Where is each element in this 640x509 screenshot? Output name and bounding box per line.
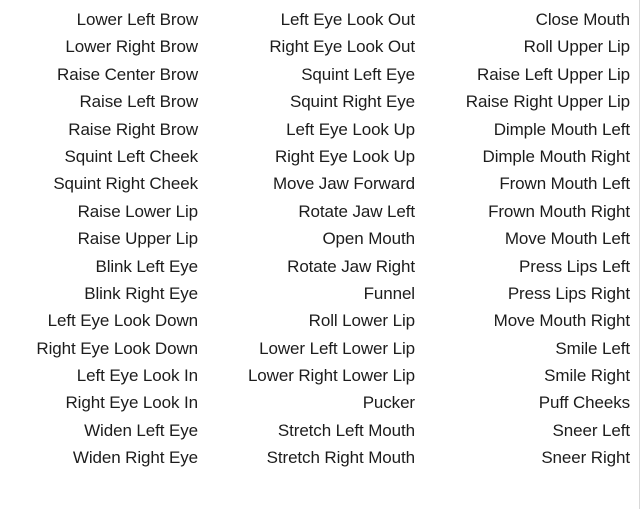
blend-shape-item[interactable]: Lower Right Lower Lip: [198, 362, 417, 389]
blend-shape-column-2: Left Eye Look Out Right Eye Look Out Squ…: [198, 6, 417, 472]
blend-shape-item[interactable]: Right Eye Look Down: [8, 335, 198, 362]
blend-shape-item[interactable]: Right Eye Look In: [8, 389, 199, 416]
blend-shape-item[interactable]: Roll Upper Lip: [417, 33, 639, 60]
blend-shape-item[interactable]: Smile Right: [417, 362, 639, 389]
blend-shape-item[interactable]: Squint Left Eye: [198, 61, 417, 88]
blend-shape-item[interactable]: Blink Left Eye: [8, 253, 198, 280]
blend-shape-item[interactable]: Left Eye Look In: [8, 362, 198, 389]
blend-shape-item[interactable]: Puff Cheeks: [417, 389, 639, 416]
blend-shape-item[interactable]: Right Eye Look Out: [198, 33, 417, 60]
blend-shape-item[interactable]: Frown Mouth Left: [417, 170, 639, 197]
blend-shape-item[interactable]: Raise Center Brow: [8, 61, 198, 88]
blend-shape-item[interactable]: Right Eye Look Up: [198, 143, 417, 170]
blend-shape-column-1: Lower Left Brow Lower Right Brow Raise C…: [0, 6, 198, 472]
blend-shape-item[interactable]: Squint Left Cheek: [8, 143, 199, 170]
blend-shape-item[interactable]: Lower Left Lower Lip: [198, 335, 417, 362]
blend-shape-item[interactable]: Frown Mouth Right: [417, 198, 639, 225]
blend-shape-item[interactable]: Raise Right Upper Lip: [417, 88, 639, 115]
blend-shape-item[interactable]: Move Jaw Forward: [198, 170, 417, 197]
blend-shape-item[interactable]: Roll Lower Lip: [198, 307, 417, 334]
blend-shape-item[interactable]: Raise Lower Lip: [8, 198, 199, 225]
blend-shape-item[interactable]: Press Lips Left: [417, 253, 639, 280]
blend-shape-item[interactable]: Raise Upper Lip: [8, 225, 199, 252]
blend-shape-item[interactable]: Lower Left Brow: [8, 6, 198, 33]
blend-shape-panel: Lower Left Brow Lower Right Brow Raise C…: [0, 0, 640, 509]
blend-shape-item[interactable]: Open Mouth: [198, 225, 417, 252]
blend-shape-item[interactable]: Smile Left: [417, 335, 639, 362]
blend-shape-item[interactable]: Blink Right Eye: [8, 280, 198, 307]
blend-shape-item[interactable]: Left Eye Look Up: [198, 116, 417, 143]
blend-shape-item[interactable]: Squint Right Eye: [198, 88, 417, 115]
blend-shape-item[interactable]: Pucker: [198, 389, 417, 416]
blend-shape-item[interactable]: Press Lips Right: [417, 280, 639, 307]
blend-shape-item[interactable]: Move Mouth Left: [417, 225, 639, 252]
blend-shape-item[interactable]: Raise Left Brow: [8, 88, 199, 115]
blend-shape-item[interactable]: Widen Left Eye: [8, 417, 198, 444]
blend-shape-item[interactable]: Raise Left Upper Lip: [417, 61, 639, 88]
blend-shape-item[interactable]: Rotate Jaw Right: [198, 253, 417, 280]
blend-shape-column-3: Close Mouth Roll Upper Lip Raise Left Up…: [417, 6, 639, 472]
blend-shape-item[interactable]: Sneer Left: [417, 417, 639, 444]
blend-shape-item[interactable]: Close Mouth: [417, 6, 639, 33]
blend-shape-item[interactable]: Dimple Mouth Right: [417, 143, 639, 170]
blend-shape-item[interactable]: Move Mouth Right: [417, 307, 639, 334]
blend-shape-item[interactable]: Sneer Right: [417, 444, 639, 471]
blend-shape-item[interactable]: Raise Right Brow: [8, 116, 198, 143]
blend-shape-item[interactable]: Rotate Jaw Left: [198, 198, 417, 225]
blend-shape-item[interactable]: Widen Right Eye: [8, 444, 198, 471]
blend-shape-item[interactable]: Stretch Left Mouth: [198, 417, 417, 444]
blend-shape-item[interactable]: Left Eye Look Down: [8, 307, 198, 334]
blend-shape-item[interactable]: Squint Right Cheek: [8, 170, 198, 197]
blend-shape-item[interactable]: Lower Right Brow: [8, 33, 198, 60]
blend-shape-columns: Lower Left Brow Lower Right Brow Raise C…: [0, 0, 639, 509]
blend-shape-item[interactable]: Left Eye Look Out: [198, 6, 417, 33]
blend-shape-item[interactable]: Stretch Right Mouth: [198, 444, 417, 471]
blend-shape-item[interactable]: Funnel: [198, 280, 417, 307]
blend-shape-item[interactable]: Dimple Mouth Left: [417, 116, 639, 143]
